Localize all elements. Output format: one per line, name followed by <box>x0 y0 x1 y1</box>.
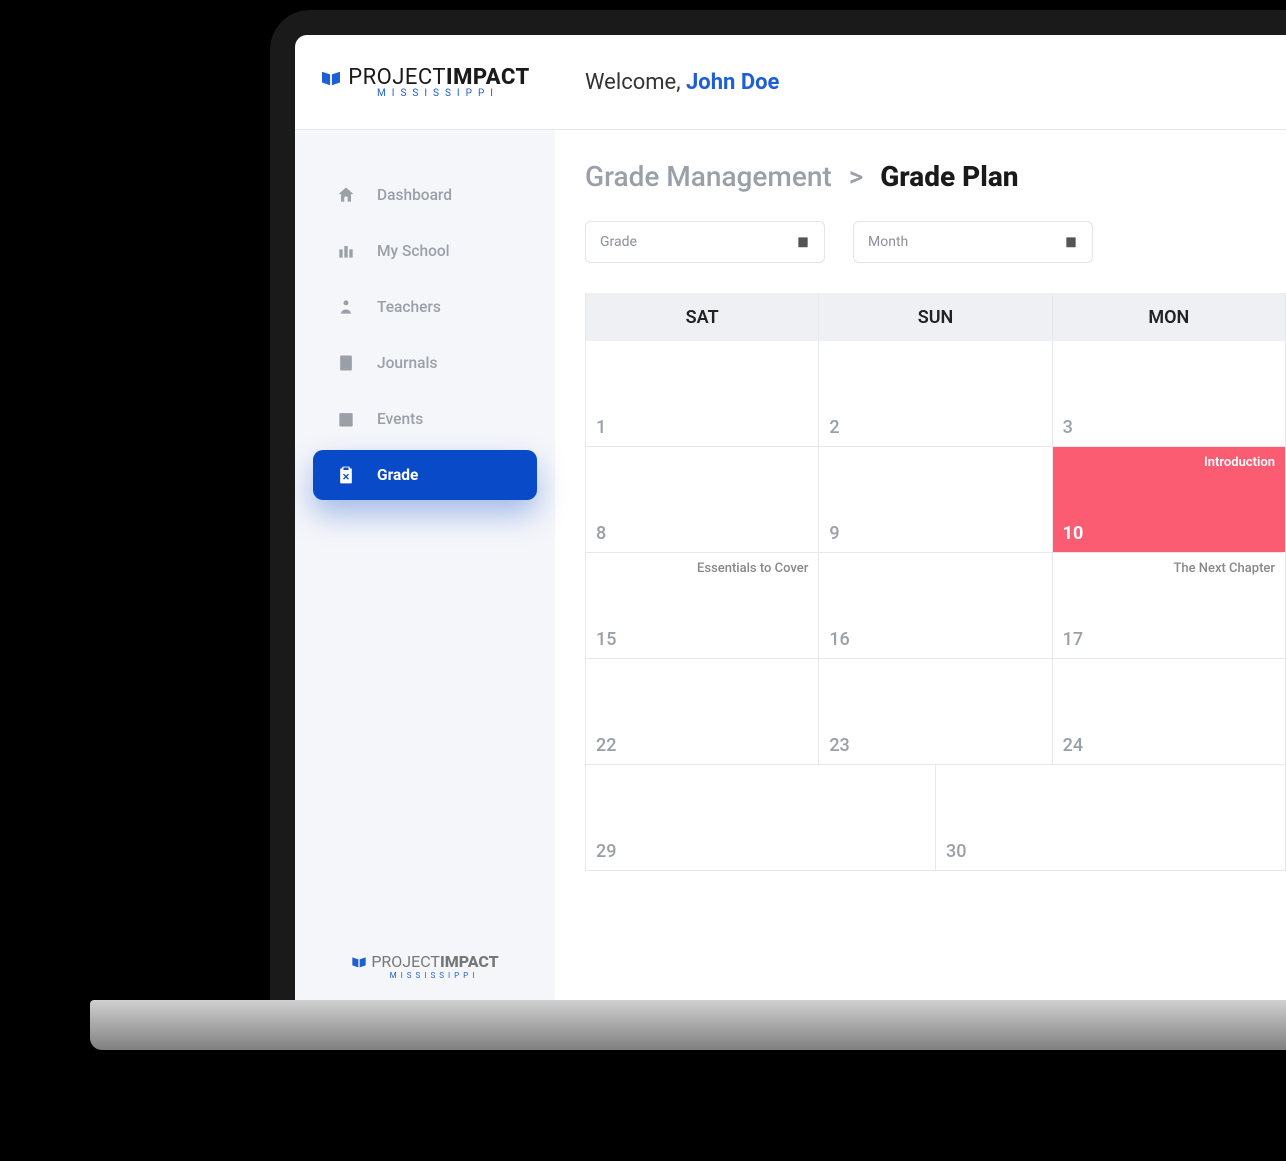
welcome-prefix: Welcome, <box>585 70 686 95</box>
calendar-day-cell[interactable]: 23 <box>819 659 1052 765</box>
laptop-base <box>90 1000 1286 1050</box>
calendar-day-number: 30 <box>946 841 1275 862</box>
calendar-week-row: 89 Introduction 10 <box>586 447 1286 553</box>
footer-brand-part2: IMPACT <box>440 952 499 971</box>
footer-brand-subtitle: MISSISSIPPI <box>390 971 479 980</box>
calendar-icon <box>796 235 810 249</box>
grade-filter-label: Grade <box>600 234 637 250</box>
calendar-day-cell[interactable]: 9 <box>819 447 1052 553</box>
calendar-day-number: 8 <box>596 523 808 544</box>
home-icon <box>335 184 357 206</box>
username: John Doe <box>686 70 779 95</box>
sidebar-item-teachers[interactable]: Teachers <box>313 282 537 332</box>
sidebar: Dashboard My School Teachers <box>295 130 555 1010</box>
grade-filter[interactable]: Grade <box>585 221 825 263</box>
calendar-day-number: 24 <box>1063 735 1275 756</box>
calendar-event-label: The Next Chapter <box>1063 561 1275 576</box>
sidebar-item-dashboard[interactable]: Dashboard <box>313 170 537 220</box>
calendar-day-number: 16 <box>829 629 1041 650</box>
brand-logo: PROJECTIMPACT MISSISSIPPI <box>295 65 555 99</box>
school-icon <box>335 240 357 262</box>
sidebar-item-events[interactable]: Events <box>313 394 537 444</box>
book-icon <box>351 955 367 969</box>
calendar-day-number: 9 <box>829 523 1041 544</box>
day-header-sun: SUN <box>819 293 1052 341</box>
teacher-icon <box>335 296 357 318</box>
calendar: SAT SUN MON 12389Introduction10Essential… <box>585 293 1286 871</box>
calendar-day-number: 22 <box>596 735 808 756</box>
breadcrumb: Grade Management > Grade Plan <box>585 160 1286 193</box>
calendar-week-row: Essentials to Cover 15 16 The Next Chapter 1… <box>586 553 1286 659</box>
calendar-event-label: Introduction <box>1063 455 1275 470</box>
sidebar-item-label: Grade <box>377 466 418 484</box>
breadcrumb-parent[interactable]: Grade Management <box>585 160 832 193</box>
calendar-day-cell[interactable]: 1 <box>586 341 819 447</box>
calendar-day-number: 15 <box>596 629 808 650</box>
calendar-day-cell[interactable]: The Next Chapter 17 <box>1053 553 1286 659</box>
sidebar-item-myschool[interactable]: My School <box>313 226 537 276</box>
topbar: PROJECTIMPACT MISSISSIPPI Welcome, John … <box>295 35 1286 130</box>
sidebar-item-label: Journals <box>377 354 437 372</box>
body: Dashboard My School Teachers <box>295 130 1286 1010</box>
calendar-body: 12389Introduction10Essentials to Cover15… <box>586 341 1286 871</box>
calendar-day-number: 23 <box>829 735 1041 756</box>
brand-part1: PROJECT <box>348 65 446 90</box>
calendar-day-cell[interactable]: 30 <box>936 765 1286 871</box>
calendar-day-cell[interactable]: 22 <box>586 659 819 765</box>
welcome-text: Welcome, John Doe <box>555 70 779 95</box>
sidebar-item-label: Events <box>377 410 423 428</box>
nav: Dashboard My School Teachers <box>295 170 555 500</box>
breadcrumb-current: Grade Plan <box>880 160 1018 193</box>
calendar-event-label: Essentials to Cover <box>596 561 808 576</box>
breadcrumb-separator: > <box>849 160 864 193</box>
calendar-week-row: 29 30 <box>586 765 1286 871</box>
calendar-day-number: 3 <box>1063 417 1275 438</box>
calendar-week-row: 22 23 24 <box>586 659 1286 765</box>
sidebar-item-label: Teachers <box>377 298 441 316</box>
footer-brand-part1: PROJECT <box>371 952 440 971</box>
calendar-day-number: 17 <box>1063 629 1275 650</box>
filters: Grade Month <box>585 221 1286 263</box>
book-icon <box>320 69 342 87</box>
sidebar-item-grade[interactable]: Grade <box>313 450 537 500</box>
month-filter-label: Month <box>868 234 908 250</box>
sidebar-item-journals[interactable]: Journals <box>313 338 537 388</box>
calendar-day-cell[interactable]: 24 <box>1053 659 1286 765</box>
calendar-week-row: 12 3 <box>586 341 1286 447</box>
calendar-day-cell[interactable]: 29 <box>586 765 936 871</box>
calendar-day-cell[interactable]: 8 <box>586 447 819 553</box>
events-icon <box>335 408 357 430</box>
day-header-sat: SAT <box>586 293 819 341</box>
calendar-icon <box>1064 235 1078 249</box>
calendar-day-cell[interactable]: 3 <box>1053 341 1286 447</box>
calendar-day-number: 2 <box>829 417 1041 438</box>
brand-subtitle: MISSISSIPPI <box>377 88 499 99</box>
journal-icon <box>335 352 357 374</box>
month-filter[interactable]: Month <box>853 221 1093 263</box>
calendar-day-cell[interactable]: Introduction 10 <box>1053 447 1286 553</box>
laptop-frame: PROJECTIMPACT MISSISSIPPI Welcome, John … <box>270 10 1286 1010</box>
calendar-day-number: 29 <box>596 841 925 862</box>
calendar-day-cell[interactable]: Essentials to Cover 15 <box>586 553 819 659</box>
sidebar-item-label: Dashboard <box>377 186 452 204</box>
day-header-mon: MON <box>1053 293 1286 341</box>
sidebar-footer: PROJECTIMPACT MISSISSIPPI <box>295 952 555 980</box>
calendar-header: SAT SUN MON <box>586 293 1286 341</box>
calendar-day-cell[interactable]: 2 <box>819 341 1052 447</box>
app-screen: PROJECTIMPACT MISSISSIPPI Welcome, John … <box>295 35 1286 1010</box>
grade-icon <box>335 464 357 486</box>
brand-part2: IMPACT <box>446 65 530 90</box>
main-content: Grade Management > Grade Plan Grade Mont… <box>555 130 1286 1010</box>
calendar-day-cell[interactable]: 16 <box>819 553 1052 659</box>
calendar-day-number: 10 <box>1063 523 1275 544</box>
calendar-day-number: 1 <box>596 417 808 438</box>
sidebar-item-label: My School <box>377 242 450 260</box>
